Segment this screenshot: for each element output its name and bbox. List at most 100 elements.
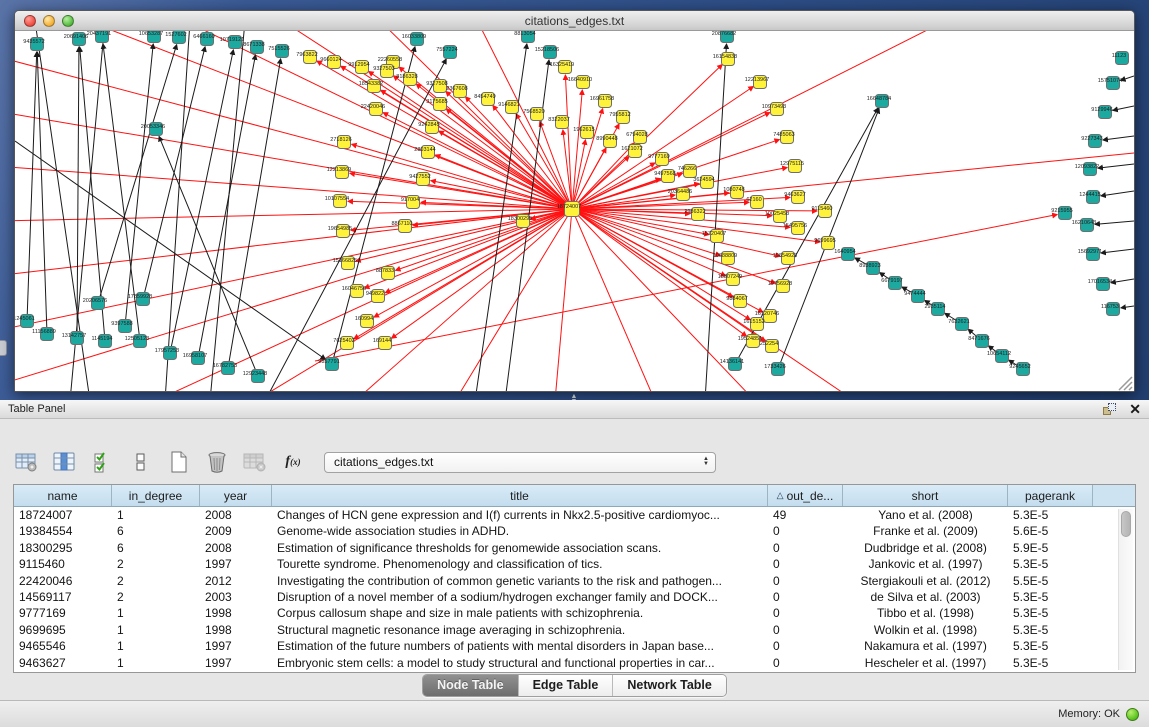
table-cell: Yano et al. (2008) — [843, 507, 1008, 523]
resize-grip[interactable] — [1119, 377, 1132, 390]
function-icon[interactable]: f(x) — [280, 449, 306, 475]
graph-node-label: 16120746 — [755, 311, 779, 317]
table-cell: 2012 — [200, 573, 272, 589]
network-canvas[interactable]: 1872400718300295796382296601249912954185… — [15, 31, 1134, 391]
table-cell: 2 — [112, 556, 200, 572]
row-height-icon[interactable] — [128, 449, 154, 475]
graph-node-label: 8186328 — [396, 74, 417, 80]
graph-node-label: 7955812 — [609, 112, 630, 118]
table-cell: 1997 — [200, 556, 272, 572]
graph-node-label: 12213869 — [327, 167, 351, 173]
column-header-pagerank[interactable]: pagerank — [1008, 485, 1093, 506]
graph-node-label: 22260558 — [378, 57, 402, 63]
graph-node-label: 9327508 — [426, 81, 447, 87]
column-header-name[interactable]: name — [14, 485, 112, 506]
table-row[interactable]: 2242004622012Investigating the contribut… — [14, 573, 1135, 589]
graph-nodes: 1872400718300295796382296601249912954185… — [15, 31, 1129, 383]
window-title: citations_edges.txt — [525, 14, 624, 28]
graph-node-label: 2367608 — [446, 86, 467, 92]
memory-status-label: Memory: OK — [1058, 708, 1120, 720]
table-row[interactable]: 911546021997Tourette syndrome. Phenomeno… — [14, 556, 1135, 572]
table-cell: 2 — [112, 573, 200, 589]
graph-node-label: 1145194 — [91, 336, 112, 342]
column-header-out_de[interactable]: △out_de... — [768, 485, 843, 506]
table-tabs-bar: Node TableEdge TableNetwork Table — [0, 674, 1149, 697]
column-header-year[interactable]: year — [200, 485, 272, 506]
table-row[interactable]: 977716911998Corpus callosum shape and si… — [14, 605, 1135, 621]
table-cell: 22420046 — [14, 573, 112, 589]
graph-node-label: 10107554 — [325, 196, 349, 202]
table-row[interactable]: 969969511998Structural magnetic resonanc… — [14, 622, 1135, 638]
table-cell: 2009 — [200, 523, 272, 539]
graph-node-label: 2935114 — [924, 304, 945, 310]
table-selector-dropdown[interactable]: citations_edges.txt ▲▼ — [324, 452, 716, 473]
delete-icon[interactable] — [204, 449, 230, 475]
network-view-window: citations_edges.txt 18724007183002957963… — [14, 10, 1135, 392]
close-button[interactable] — [24, 15, 36, 27]
table-cell: 5.3E-5 — [1008, 507, 1093, 523]
graph-node-label: 10025458 — [765, 211, 789, 217]
table-cell: Changes of HCN gene expression and I(f) … — [272, 507, 768, 523]
column-header-short[interactable]: short — [843, 485, 1008, 506]
select-columns-icon[interactable] — [90, 449, 116, 475]
graph-node-label: 2986322 — [684, 209, 705, 215]
table-settings-icon[interactable] — [14, 449, 40, 475]
graph-node-label: 9857791 — [318, 359, 339, 365]
table-cell: 14569117 — [14, 589, 112, 605]
window-titlebar[interactable]: citations_edges.txt — [15, 11, 1134, 31]
table-row[interactable]: 1938455462009Genome-wide association stu… — [14, 523, 1135, 539]
graph-node-label: 19756928 — [768, 281, 792, 287]
close-panel-icon[interactable]: ✕ — [1129, 403, 1141, 416]
graph-node-label: 12923448 — [243, 371, 267, 377]
graph-node-label: 8454749 — [474, 94, 495, 100]
table-row[interactable]: 946362711997Embryonic stem cells: a mode… — [14, 655, 1135, 671]
memory-status-indicator — [1126, 708, 1139, 721]
graph-node-label: 18300295 — [508, 216, 532, 222]
table-type-tabs: Node TableEdge TableNetwork Table — [422, 674, 727, 697]
table-row[interactable]: 1872400712008Changes of HCN gene express… — [14, 507, 1135, 523]
graph-node-label: 15218506 — [535, 47, 559, 53]
node-table: namein_degreeyeartitle△out_de...shortpag… — [13, 484, 1136, 673]
graph-node-label: 8813054 — [514, 31, 535, 37]
table-cell: Structural magnetic resonance image aver… — [272, 622, 768, 638]
graph-node-label: 9129946 — [1091, 107, 1112, 113]
table-cell: 5.3E-5 — [1008, 589, 1093, 605]
tab-node-table[interactable]: Node Table — [423, 675, 518, 696]
table-cell: 6 — [112, 540, 200, 556]
tab-network-table[interactable]: Network Table — [613, 675, 726, 696]
table-row[interactable]: 1830029562008Estimation of significance … — [14, 540, 1135, 556]
graph-node-label: 7625402 — [333, 338, 354, 344]
new-file-icon[interactable] — [166, 449, 192, 475]
graph-node-label: 15166825 — [333, 258, 357, 264]
show-columns-icon[interactable] — [52, 449, 78, 475]
table-cell: 9463627 — [14, 655, 112, 671]
table-cell: 1 — [112, 655, 200, 671]
graph-node-label: 62160 — [746, 197, 761, 203]
table-panel-titlebar: Table Panel ✕ — [0, 400, 1149, 419]
scrollbar-thumb[interactable] — [1121, 511, 1131, 537]
graph-node-label: 9242845 — [418, 122, 439, 128]
graph-node-label: 18543382 — [359, 81, 383, 87]
graph-node-label: 14136141 — [720, 359, 744, 365]
tab-edge-table[interactable]: Edge Table — [519, 675, 614, 696]
graph-node-label: 9474444 — [904, 291, 925, 297]
table-cell: 0 — [768, 573, 843, 589]
graph-node-label: 8671338 — [243, 42, 264, 48]
table-cell: Tibbo et al. (1998) — [843, 605, 1008, 621]
zoom-button[interactable] — [62, 15, 74, 27]
graph-node-label: 12975115 — [780, 161, 804, 167]
graph-node-label: 20691406 — [64, 34, 88, 40]
side-handle[interactable] — [0, 340, 7, 356]
graph-node-label: 12093822 — [1075, 164, 1099, 170]
table-cell: Franke et al. (2009) — [843, 523, 1008, 539]
column-header-title[interactable]: title — [272, 485, 768, 506]
table-row[interactable]: 1456911722003Disruption of a novel membe… — [14, 589, 1135, 605]
table-row[interactable]: 946554611997Estimation of the future num… — [14, 638, 1135, 654]
column-header-in_degree[interactable]: in_degree — [112, 485, 200, 506]
table-scrollbar[interactable] — [1118, 509, 1133, 670]
minimize-button[interactable] — [43, 15, 55, 27]
float-panel-icon[interactable] — [1103, 403, 1117, 416]
table-cell: 5.5E-5 — [1008, 573, 1093, 589]
table-cell: 1 — [112, 605, 200, 621]
graph-node-label: 16640910 — [568, 77, 592, 83]
